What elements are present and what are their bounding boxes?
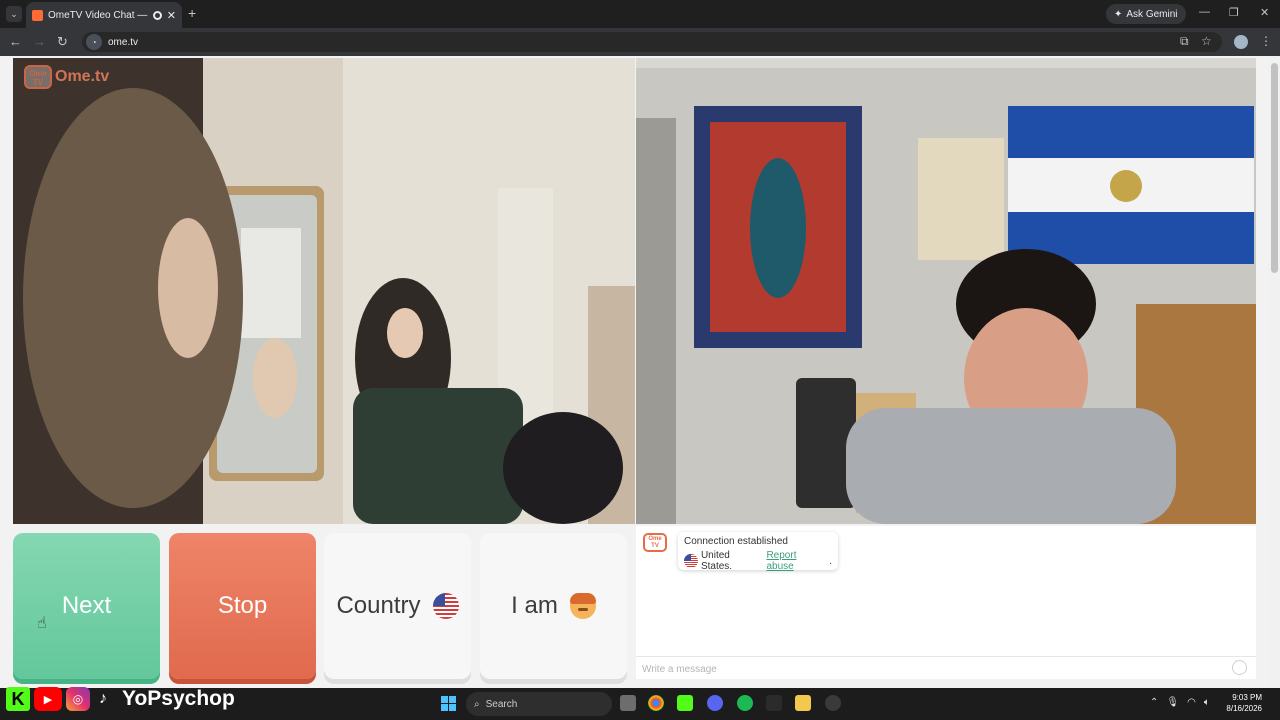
scrollbar-thumb[interactable] [1271,63,1278,273]
message-composer [636,656,1256,679]
report-abuse-link[interactable]: Report abuse [766,550,826,572]
channel-name: YoPsychop [122,687,235,710]
remote-video-scene [636,58,1256,524]
partner-country: United States. [700,550,733,572]
system-message-line1: Connection established [684,536,788,547]
reload-icon[interactable]: ↻ [57,34,68,50]
ometv-logo[interactable]: Ome TV Ome.tv [24,65,109,89]
kebab-menu-icon[interactable]: ⋮ [1260,34,1272,48]
ask-gemini-button[interactable]: ✦ Ask Gemini [1106,4,1186,24]
emoji-picker-icon[interactable] [1232,660,1247,675]
site-info-icon[interactable]: ◔ [86,34,102,50]
system-tray: ⌃ 🎙︎ ◠ 🔈︎ [1150,697,1210,708]
taskbar-clock[interactable]: 9:03 PM 8/16/2026 [1222,692,1262,714]
tab-list-icon[interactable]: ⌄ [6,6,22,22]
tab-title: OmeTV Video Chat — Ome [48,9,148,21]
ometv-logo-text: Ome.tv [55,68,110,85]
kick-logo-icon: K [6,687,30,711]
system-message: Connection established United States. Re… [678,532,838,572]
stop-button-label: Stop [217,592,268,619]
capcut-icon[interactable] [766,695,782,711]
gemini-icon: ✦ [1114,8,1123,20]
stop-button[interactable]: Stop [169,533,316,679]
taskbar-search-label: Search [485,698,518,710]
kick-app-icon[interactable] [677,695,693,711]
url-text: ome.tv [108,36,139,48]
browser-tab[interactable]: OmeTV Video Chat — Ome ✕ [26,2,182,28]
tab-close-icon[interactable]: ✕ [167,9,176,22]
streamer-overlay: K ▶ ◎ ♪ YoPsychop [6,687,235,711]
chevron-up-icon[interactable]: ⌃ [1150,697,1158,708]
spotify-icon[interactable] [737,695,753,711]
system-message-line2: United States. Report abuse. [684,550,832,572]
gender-button-label: I am [511,592,558,619]
hand-cursor-icon: ☝ [37,615,47,632]
restore-icon[interactable]: ❐ [1229,6,1239,19]
address-bar[interactable]: ◔ ome.tv [82,32,1222,52]
tab-favicon [32,9,43,21]
wifi-icon[interactable]: ◠ [1187,697,1196,708]
microphone-icon[interactable]: 🎙︎ [1166,697,1179,708]
chrome-icon[interactable] [648,695,664,711]
remote-video [636,58,1256,524]
local-video [13,58,635,524]
new-tab-icon[interactable]: + [188,5,196,21]
minimize-icon[interactable]: — [1199,6,1210,18]
close-window-icon[interactable]: ✕ [1260,6,1269,19]
youtube-logo-icon: ▶ [34,687,62,711]
discord-icon[interactable] [707,695,723,711]
recording-icon [152,10,162,20]
report-period: . [829,555,832,567]
next-button-label: Next [61,592,112,619]
task-view-icon[interactable] [620,695,636,711]
ask-gemini-label: Ask Gemini [1126,8,1178,20]
star-icon[interactable]: ☆ [1201,34,1212,48]
taskbar-search[interactable]: ⌕ Search [466,692,612,716]
country-button-label: Country [336,592,421,619]
obs-icon[interactable] [825,695,841,711]
next-button[interactable]: Next [13,533,160,679]
arrow-left-icon[interactable]: ← [9,34,22,49]
clock-date: 8/16/2026 [1226,704,1262,713]
install-app-icon[interactable]: ⧉ [1180,34,1189,49]
volume-icon[interactable]: 🔈︎ [1204,697,1210,708]
message-input[interactable] [642,661,1222,677]
browser-toolbar: ← → ↻ ◔ ome.tv ⧉ ☆ ⋮ [0,28,1280,56]
boy-emoji-icon [569,593,596,619]
country-button[interactable]: Country [324,533,471,679]
chat-avatar-logo: Ome TV [643,533,667,552]
file-explorer-icon[interactable] [795,695,811,711]
instagram-logo-icon: ◎ [66,687,90,711]
search-icon: ⌕ [474,698,480,710]
gender-button[interactable]: I am [480,533,627,679]
windows-start-icon[interactable] [441,696,456,711]
us-flag-small-icon [684,554,698,568]
clock-time: 9:03 PM [1232,693,1262,702]
profile-avatar[interactable] [1234,35,1248,49]
local-video-scene [13,58,635,524]
arrow-right-icon[interactable]: → [33,34,46,49]
tab-bar: ⌄ OmeTV Video Chat — Ome ✕ + ✦ Ask Gemin… [0,0,1280,28]
tiktok-logo-icon: ♪ [99,690,107,707]
ometv-logo-box: Ome TV [24,65,52,89]
us-flag-icon [432,593,459,619]
